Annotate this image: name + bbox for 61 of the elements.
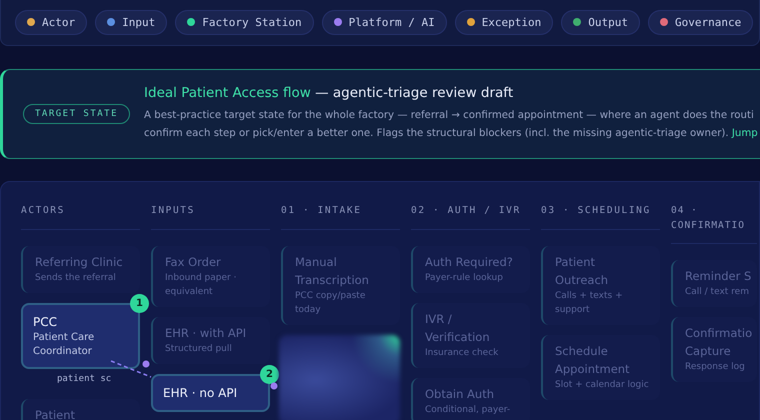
legend-chip[interactable]: Input — [95, 10, 168, 34]
column-heading: 02 · AUTH / IVR — [411, 182, 530, 230]
legend-chip[interactable]: Factory Station — [175, 10, 314, 34]
node-title: Fax Order — [165, 254, 222, 271]
node-title: EHR · no API — [163, 385, 238, 402]
status-badge: TARGET STATE — [23, 104, 130, 124]
node-title: Patient Outreach — [555, 254, 610, 289]
connector-label: patient sc — [57, 374, 112, 385]
node-subtitle: Structured pull — [165, 343, 233, 356]
banner-title: Ideal Patient Access flow — agentic-triage review draft — [144, 85, 514, 101]
legend-chip[interactable]: Actor — [15, 10, 88, 34]
node-title: Reminder S — [685, 268, 752, 285]
column-heading: ACTORS — [21, 182, 140, 230]
node-subtitle: Calls + texts + support — [555, 290, 624, 317]
node-title: Confirmatio Capture — [685, 325, 753, 360]
legend-chip[interactable]: Governance — [648, 10, 754, 34]
node-title: Schedule Appointment — [555, 343, 631, 378]
node-title: EHR · with API — [165, 325, 248, 342]
node-subtitle: Insurance check — [425, 347, 500, 360]
banner-description: A best-practice target state for the whole factory — referral → confirmed appointment — where an agent does the routi confirm each step or pick/enter a better one. Flags the structural blockers (incl. the missing agentic-triage owner). Jump — [144, 109, 759, 141]
node-subtitle: Conditional, payer- — [425, 404, 512, 417]
port-dot — [270, 382, 278, 390]
flow-node-card[interactable]: Reminder S Call / text rem — [671, 260, 757, 307]
node-subtitle: Call / text rem — [685, 286, 750, 299]
flow-node-card[interactable]: EHR · with API Structured pull — [151, 317, 270, 364]
node-title: Manual Transcription — [295, 254, 370, 289]
flow-node-card[interactable]: IVR / Verification Insurance check — [411, 303, 530, 368]
node-title: Auth Required? — [425, 254, 514, 271]
flow-node-card[interactable]: Confirmatio Capture Response log — [671, 317, 757, 382]
jump-link[interactable]: Jump — [732, 128, 758, 139]
node-subtitle: PCC copy/paste today — [295, 290, 366, 317]
flow-node-card[interactable]: Auth Required? Payer-rule lookup — [411, 246, 530, 293]
legend-chip[interactable]: Output — [561, 10, 640, 34]
node-title: Referring Clinic — [35, 254, 124, 271]
dashed-connector — [110, 360, 152, 378]
flow-node-card[interactable]: Fax Order Inbound paper · equivalent — [151, 246, 270, 307]
node-subtitle: Slot + calendar logic — [555, 379, 650, 392]
flow-node-card[interactable]: Referring Clinic Sends the referral — [21, 246, 140, 293]
node-title: Obtain Auth — [425, 386, 495, 403]
step-badge: 1 — [130, 294, 149, 313]
flow-node-card[interactable]: Patient Outreach Calls + texts + support — [541, 246, 660, 325]
node-subtitle: Sends the referral — [35, 272, 117, 285]
node-subtitle: Inbound paper · equivalent — [165, 272, 238, 299]
flow-node-card[interactable]: Obtain Auth Conditional, payer- — [411, 378, 530, 420]
flow-node-card[interactable]: Patient — [21, 399, 140, 420]
flow-node-card[interactable]: Manual Transcription PCC copy/paste today — [281, 246, 400, 325]
port-dot — [142, 360, 150, 368]
node-title: IVR / Verification — [425, 311, 491, 346]
node-title: Patient — [35, 407, 76, 420]
column-heading: 03 · SCHEDULING — [541, 182, 660, 230]
node-subtitle: Payer-rule lookup — [425, 272, 504, 285]
column-heading: 04 · CONFIRMATIO — [671, 182, 757, 244]
node-subtitle: Response log — [685, 361, 746, 374]
legend-chip[interactable]: Exception — [454, 10, 554, 34]
node-subtitle: Patient Care Coordinator — [33, 331, 96, 359]
flow-node-card[interactable]: Schedule Appointment Slot + calendar logic — [541, 335, 660, 400]
node-title: PCC — [33, 314, 58, 331]
column-heading: 01 · INTAKE — [281, 182, 400, 230]
column-heading: INPUTS — [151, 182, 270, 230]
legend-chip[interactable]: Platform / AI — [322, 10, 447, 34]
step-badge: 2 — [260, 365, 279, 384]
